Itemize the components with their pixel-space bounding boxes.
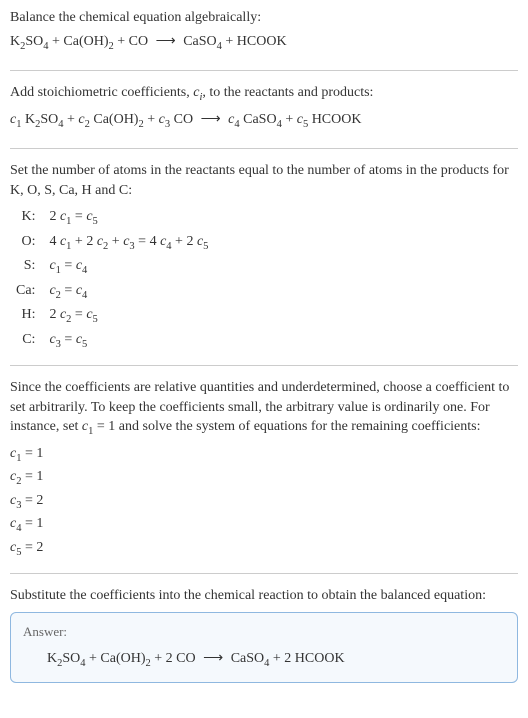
coeff-solution-list: c1 = 1 c2 = 1 c3 = 2 c4 = 1 c5 = 2 bbox=[10, 444, 518, 560]
coeff-val: = 1 bbox=[21, 446, 43, 461]
section-answer: Substitute the coefficients into the che… bbox=[10, 586, 518, 682]
intro-text: Substitute the coefficients into the che… bbox=[10, 586, 518, 606]
coeff-val: = 1 bbox=[21, 516, 43, 531]
eq-part: HCOOK bbox=[308, 112, 361, 127]
element-label: Ca: bbox=[10, 280, 43, 304]
eq-part: = 4 bbox=[135, 234, 160, 249]
answer-box: Answer: K2SO4 + Ca(OH)2 + 2 CO ⟶ CaSO4 +… bbox=[10, 612, 518, 683]
eq-part: + 2 bbox=[71, 234, 96, 249]
section-atom-equations: Set the number of atoms in the reactants… bbox=[10, 161, 518, 366]
eq-part: CaSO bbox=[180, 34, 217, 49]
eq-part: CaSO bbox=[240, 112, 277, 127]
table-row: C: c3 = c5 bbox=[10, 329, 214, 353]
coeff-line: c3 = 2 bbox=[10, 491, 518, 513]
coeff-sub: 5 bbox=[93, 216, 98, 227]
eq-part: K bbox=[47, 651, 57, 666]
eq-part: 4 bbox=[49, 234, 60, 249]
eq-part: 2 bbox=[49, 307, 60, 322]
element-label: C: bbox=[10, 329, 43, 353]
eq-part: 2 bbox=[49, 209, 60, 224]
eq-part: K bbox=[10, 34, 20, 49]
element-equation: c2 = c4 bbox=[43, 280, 214, 304]
coeff-sub: 4 bbox=[82, 289, 87, 300]
element-label: O: bbox=[10, 231, 43, 255]
arrow-icon: ⟶ bbox=[203, 649, 223, 669]
coeff-sub: 5 bbox=[93, 314, 98, 325]
coeff-val: = 2 bbox=[21, 493, 43, 508]
coeff-val: = 2 bbox=[21, 540, 43, 555]
coeff-line: c4 = 1 bbox=[10, 514, 518, 536]
eq-part: Ca(OH) bbox=[90, 112, 139, 127]
arrow-icon: ⟶ bbox=[201, 110, 221, 130]
intro-text: Set the number of atoms in the reactants… bbox=[10, 161, 518, 200]
text-part: = 1 and solve the system of equations fo… bbox=[93, 419, 480, 434]
intro-text: Since the coefficients are relative quan… bbox=[10, 378, 518, 440]
coeff-line: c1 = 1 bbox=[10, 444, 518, 466]
section-balance-intro: Balance the chemical equation algebraica… bbox=[10, 8, 518, 71]
element-equation: c1 = c4 bbox=[43, 255, 214, 279]
table-row: K: 2 c1 = c5 bbox=[10, 206, 214, 230]
eq-part: + bbox=[144, 112, 159, 127]
table-row: S: c1 = c4 bbox=[10, 255, 214, 279]
table-row: H: 2 c2 = c5 bbox=[10, 304, 214, 328]
answer-label: Answer: bbox=[23, 623, 505, 641]
element-label: H: bbox=[10, 304, 43, 328]
eq-part: + HCOOK bbox=[222, 34, 287, 49]
eq-part: + 2 bbox=[172, 234, 197, 249]
eq-part: = bbox=[61, 283, 76, 298]
unbalanced-equation: K2SO4 + Ca(OH)2 + CO ⟶ CaSO4 + HCOOK bbox=[10, 32, 518, 54]
section-stoichiometric: Add stoichiometric coefficients, ci, to … bbox=[10, 83, 518, 149]
eq-part: + 2 HCOOK bbox=[269, 651, 344, 666]
element-equation: c3 = c5 bbox=[43, 329, 214, 353]
eq-part: SO bbox=[62, 651, 80, 666]
eq-part: + bbox=[108, 234, 123, 249]
text-part: , to the reactants and products: bbox=[202, 85, 373, 100]
balanced-equation: K2SO4 + Ca(OH)2 + 2 CO ⟶ CaSO4 + 2 HCOOK bbox=[23, 649, 505, 671]
eq-part: = bbox=[61, 258, 76, 273]
eq-part: + Ca(OH) bbox=[86, 651, 146, 666]
section-solve: Since the coefficients are relative quan… bbox=[10, 378, 518, 574]
coeff-sub: 5 bbox=[82, 338, 87, 349]
arrow-icon: ⟶ bbox=[156, 32, 176, 52]
eq-part: + Ca(OH) bbox=[49, 34, 109, 49]
coeff-val: = 1 bbox=[21, 469, 43, 484]
eq-part: CaSO bbox=[227, 651, 264, 666]
intro-text: Add stoichiometric coefficients, ci, to … bbox=[10, 83, 518, 105]
intro-text: Balance the chemical equation algebraica… bbox=[10, 8, 518, 28]
coeff-equation: c1 K2SO4 + c2 Ca(OH)2 + c3 CO ⟶ c4 CaSO4… bbox=[10, 110, 518, 132]
element-equation: 2 c2 = c5 bbox=[43, 304, 214, 328]
eq-part: SO bbox=[25, 34, 43, 49]
coeff-sub: 5 bbox=[203, 241, 208, 252]
element-label: S: bbox=[10, 255, 43, 279]
coeff-sub: 4 bbox=[82, 265, 87, 276]
element-label: K: bbox=[10, 206, 43, 230]
eq-part: CO bbox=[170, 112, 196, 127]
text-part: Add stoichiometric coefficients, bbox=[10, 85, 193, 100]
eq-part: + bbox=[64, 112, 79, 127]
eq-part: SO bbox=[40, 112, 58, 127]
coeff-line: c2 = 1 bbox=[10, 467, 518, 489]
eq-part: = bbox=[71, 209, 86, 224]
table-row: O: 4 c1 + 2 c2 + c3 = 4 c4 + 2 c5 bbox=[10, 231, 214, 255]
element-equation: 4 c1 + 2 c2 + c3 = 4 c4 + 2 c5 bbox=[43, 231, 214, 255]
eq-part: + bbox=[282, 112, 297, 127]
eq-part: = bbox=[61, 332, 76, 347]
element-equation: 2 c1 = c5 bbox=[43, 206, 214, 230]
atom-table: K: 2 c1 = c5 O: 4 c1 + 2 c2 + c3 = 4 c4 … bbox=[10, 206, 214, 353]
eq-part: = bbox=[71, 307, 86, 322]
eq-part: K bbox=[21, 112, 35, 127]
eq-part: + 2 CO bbox=[151, 651, 199, 666]
table-row: Ca: c2 = c4 bbox=[10, 280, 214, 304]
eq-part: + CO bbox=[114, 34, 152, 49]
coeff-line: c5 = 2 bbox=[10, 538, 518, 560]
